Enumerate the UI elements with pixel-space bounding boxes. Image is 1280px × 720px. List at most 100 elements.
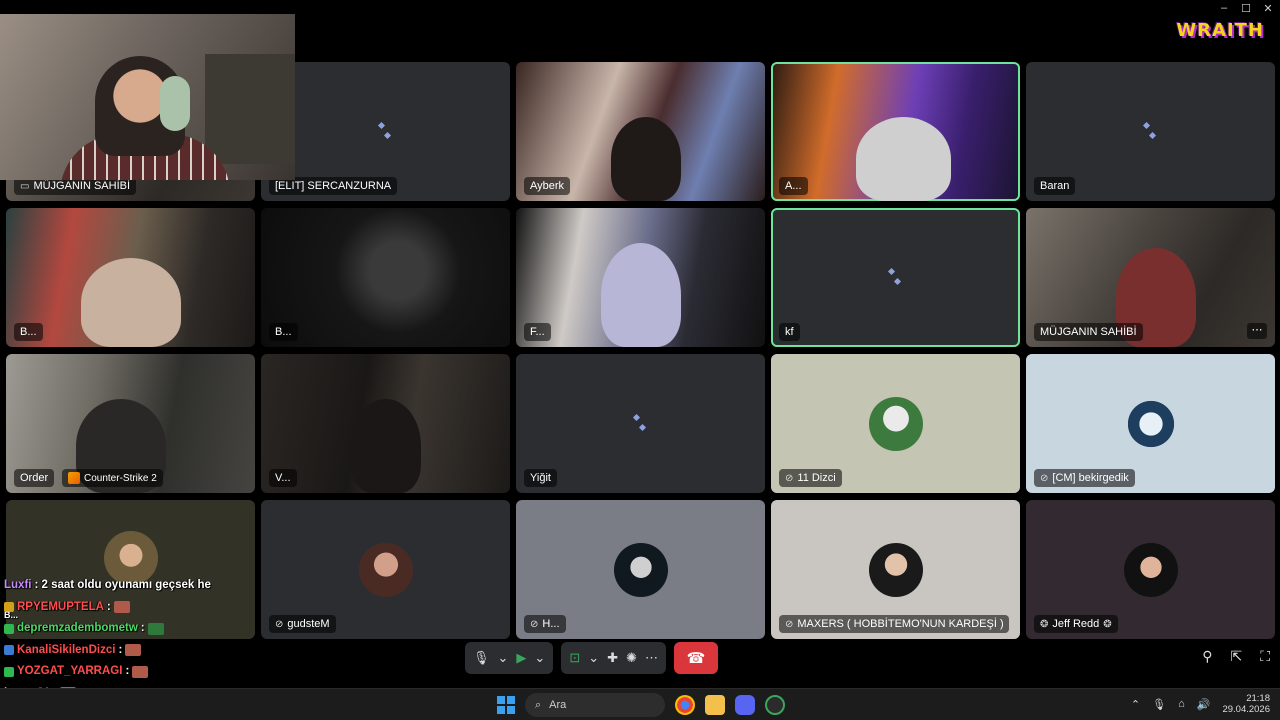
chrome-icon[interactable] [675, 695, 695, 715]
tile-name: V... [269, 469, 297, 487]
tile-participant[interactable]: B... [261, 208, 510, 347]
tile-participant[interactable]: Baran [1026, 62, 1275, 201]
loading-icon [377, 121, 393, 141]
tile-participant[interactable]: Order Counter-Strike 2 [6, 354, 255, 493]
search-icon: ⌕ [535, 698, 542, 711]
tile-name: F... [524, 323, 551, 341]
tile-participant[interactable]: ⊘ 11 Dizci [771, 354, 1020, 493]
emote-icon [147, 622, 164, 635]
voice-controls: 🎙 ⌄ ▶ ⌄ [465, 642, 554, 674]
tile-name: A... [779, 177, 808, 195]
muted-mic-icon: ⊘ [785, 472, 794, 484]
tile-participant[interactable]: [ELIT] SERCANZURNA [261, 62, 510, 201]
tile-name: MÜJGANIN SAHİBİ [1034, 323, 1143, 341]
tile-participant[interactable]: ❂ Jeff Redd ❂ [1026, 500, 1275, 639]
tile-name: ⊘ [CM] bekirgedik [1034, 469, 1135, 487]
tile-name: ❂ Jeff Redd ❂ [1034, 615, 1118, 633]
avatar [1123, 396, 1178, 451]
tile-participant[interactable]: MÜJGANIN SAHİBİ ⋯ [1026, 208, 1275, 347]
windows-start-icon[interactable] [497, 696, 515, 714]
tile-name: ⊘ H... [524, 615, 566, 633]
avatar [613, 542, 668, 597]
tile-participant[interactable]: ⊘ H... [516, 500, 765, 639]
screen-share-icon: ▭ [20, 180, 30, 192]
minimize-icon[interactable]: – [1218, 2, 1230, 15]
sub-badge-icon [4, 666, 14, 677]
chat-message: YOZGAT_YARRAGI: [4, 661, 264, 683]
tile-name: B... [14, 323, 43, 341]
pin-icon[interactable]: ⚲ [1202, 648, 1212, 665]
taskbar-apps: ⌕ Ara [497, 693, 785, 717]
chevron-up-icon[interactable]: ⌃ [1131, 698, 1140, 711]
system-tray: ⌃ 🎙 ⌂ 🔊 21:18 29.04.2026 [1131, 693, 1270, 715]
file-explorer-icon[interactable] [705, 695, 725, 715]
tile-participant-speaking[interactable]: kf [771, 208, 1020, 347]
streamer-logo: WRAITH [1176, 20, 1264, 41]
microphone-icon[interactable]: 🎙 [1152, 698, 1166, 711]
fullscreen-icon[interactable]: ⛶ [1260, 648, 1270, 665]
chevron-down-icon[interactable]: ⌄ [588, 650, 599, 666]
video-person [611, 117, 681, 201]
streamer-webcam [0, 14, 295, 180]
avatar [868, 396, 923, 451]
chevron-down-icon[interactable]: ⌄ [498, 650, 509, 666]
window-controls: – ☐ ✕ [1218, 2, 1274, 15]
activity-badge: Counter-Strike 2 [62, 469, 163, 487]
view-controls: ⚲ ⇱ ⛶ [1202, 648, 1270, 665]
tile-participant[interactable]: ⊘ [CM] bekirgedik [1026, 354, 1275, 493]
avatar [868, 542, 923, 597]
chat-message: RPYEMUPTELA: [4, 597, 264, 619]
network-icon[interactable]: ⌂ [1178, 698, 1185, 710]
taskbar: ⌕ Ara ⌃ 🎙 ⌂ 🔊 21:18 29.04.2026 [0, 688, 1280, 720]
loading-icon [887, 267, 903, 287]
chevron-down-icon[interactable]: ⌄ [534, 650, 545, 666]
call-controls: 🎙 ⌄ ▶ ⌄ ⊡ ⌄ ✚ ✺ ⋯ ☎ [465, 642, 718, 674]
taskbar-search[interactable]: ⌕ Ara [525, 693, 665, 717]
video-person [351, 399, 421, 493]
tile-participant[interactable]: ⊘ gudsteM [261, 500, 510, 639]
microphone-icon[interactable]: 🎙 [473, 650, 490, 666]
soundboard-icon[interactable]: ✺ [626, 650, 637, 666]
tile-participant[interactable]: Ayberk [516, 62, 765, 201]
app-icon[interactable] [765, 695, 785, 715]
tile-participant[interactable]: V... [261, 354, 510, 493]
more-options-button[interactable]: ⋯ [1247, 323, 1267, 339]
tile-participant[interactable]: F... [516, 208, 765, 347]
sub-badge-icon [4, 645, 14, 656]
emote-icon [113, 601, 130, 614]
activities-icon[interactable]: ✚ [607, 650, 618, 666]
clock[interactable]: 21:18 29.04.2026 [1222, 693, 1270, 715]
tile-participant-speaking[interactable]: A... [771, 62, 1020, 201]
loading-icon [1142, 121, 1158, 141]
screen: – ☐ ✕ WRAITH ▭ MÜJGANIN SAHİBİ [ELIT] SER… [0, 0, 1280, 720]
popout-icon[interactable]: ⇱ [1230, 648, 1242, 665]
more-icon[interactable]: ⋯ [645, 650, 658, 666]
share-controls: ⊡ ⌄ ✚ ✺ ⋯ [561, 642, 666, 674]
loading-icon [632, 413, 648, 433]
maximize-icon[interactable]: ☐ [1240, 2, 1252, 15]
tile-name: Order [14, 469, 55, 487]
headset [160, 76, 190, 131]
game-icon [68, 472, 80, 484]
tile-name: ⊘ 11 Dizci [779, 469, 842, 487]
close-icon[interactable]: ✕ [1262, 2, 1274, 15]
avatar [358, 542, 413, 597]
video-person [856, 117, 951, 201]
tile-name: B... [269, 323, 298, 341]
tile-name: kf [779, 323, 800, 341]
screen-share-icon[interactable]: ⊡ [569, 650, 580, 666]
leave-call-button[interactable]: ☎ [673, 642, 718, 674]
chat-message: depremzadembometw: [4, 618, 264, 640]
tile-name: Yiğit [524, 469, 557, 487]
tile-participant[interactable]: ⊘ MAXERS ( HOBBİTEMO'NUN KARDEŞİ ) [771, 500, 1020, 639]
muted-mic-icon: ⊘ [530, 618, 539, 630]
badge-icon: ❂ [1040, 618, 1049, 630]
discord-icon[interactable] [735, 695, 755, 715]
volume-icon[interactable]: 🔊 [1197, 698, 1211, 711]
tile-name: ⊘ gudsteM [269, 615, 336, 633]
emote-icon [132, 665, 149, 678]
tile-participant[interactable]: B... [6, 208, 255, 347]
tile-participant[interactable]: Yiğit [516, 354, 765, 493]
hang-up-icon: ☎ [686, 650, 706, 667]
camera-icon[interactable]: ▶ [516, 650, 526, 666]
